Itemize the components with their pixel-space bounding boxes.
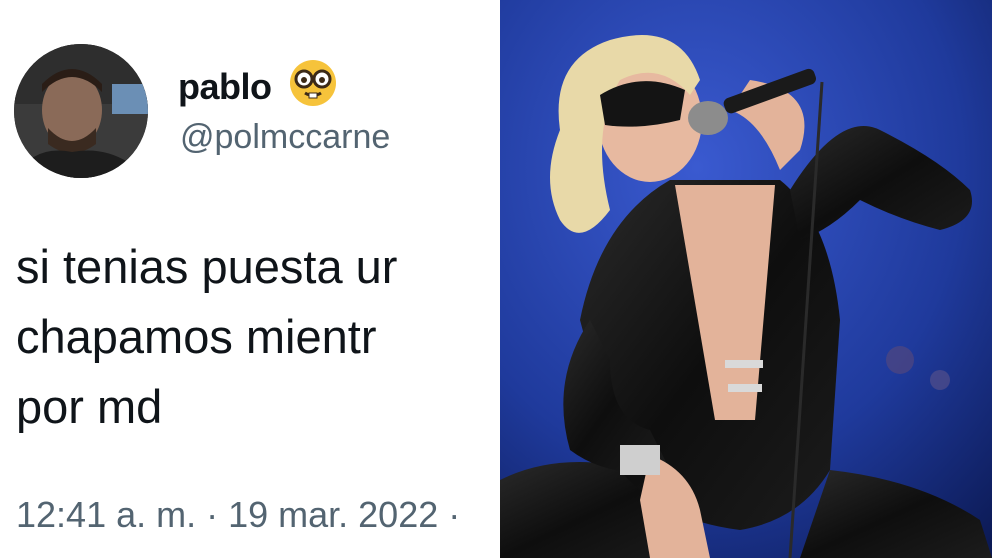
tweet-text-line: chapamos mientr — [16, 310, 377, 363]
tweet-card: pablo @polmccarne si tenias puesta ur cha… — [0, 0, 500, 558]
profile-photo-icon — [14, 44, 148, 178]
display-name[interactable]: pablo — [178, 66, 272, 108]
concert-photo — [500, 0, 992, 558]
tweet-text-line: por md — [16, 380, 163, 433]
nerd-face-emoji-icon — [290, 60, 336, 106]
tweet-text: si tenias puesta ur chapamos mientr por md — [16, 232, 397, 442]
tweet-text-line: si tenias puesta ur — [16, 240, 398, 293]
tweet-timestamp[interactable]: 12:41 a. m. · 19 mar. 2022 · — [16, 494, 460, 536]
concert-performer-photo-icon — [500, 0, 992, 558]
user-handle[interactable]: @polmccarne — [180, 118, 390, 157]
avatar[interactable] — [14, 44, 148, 178]
